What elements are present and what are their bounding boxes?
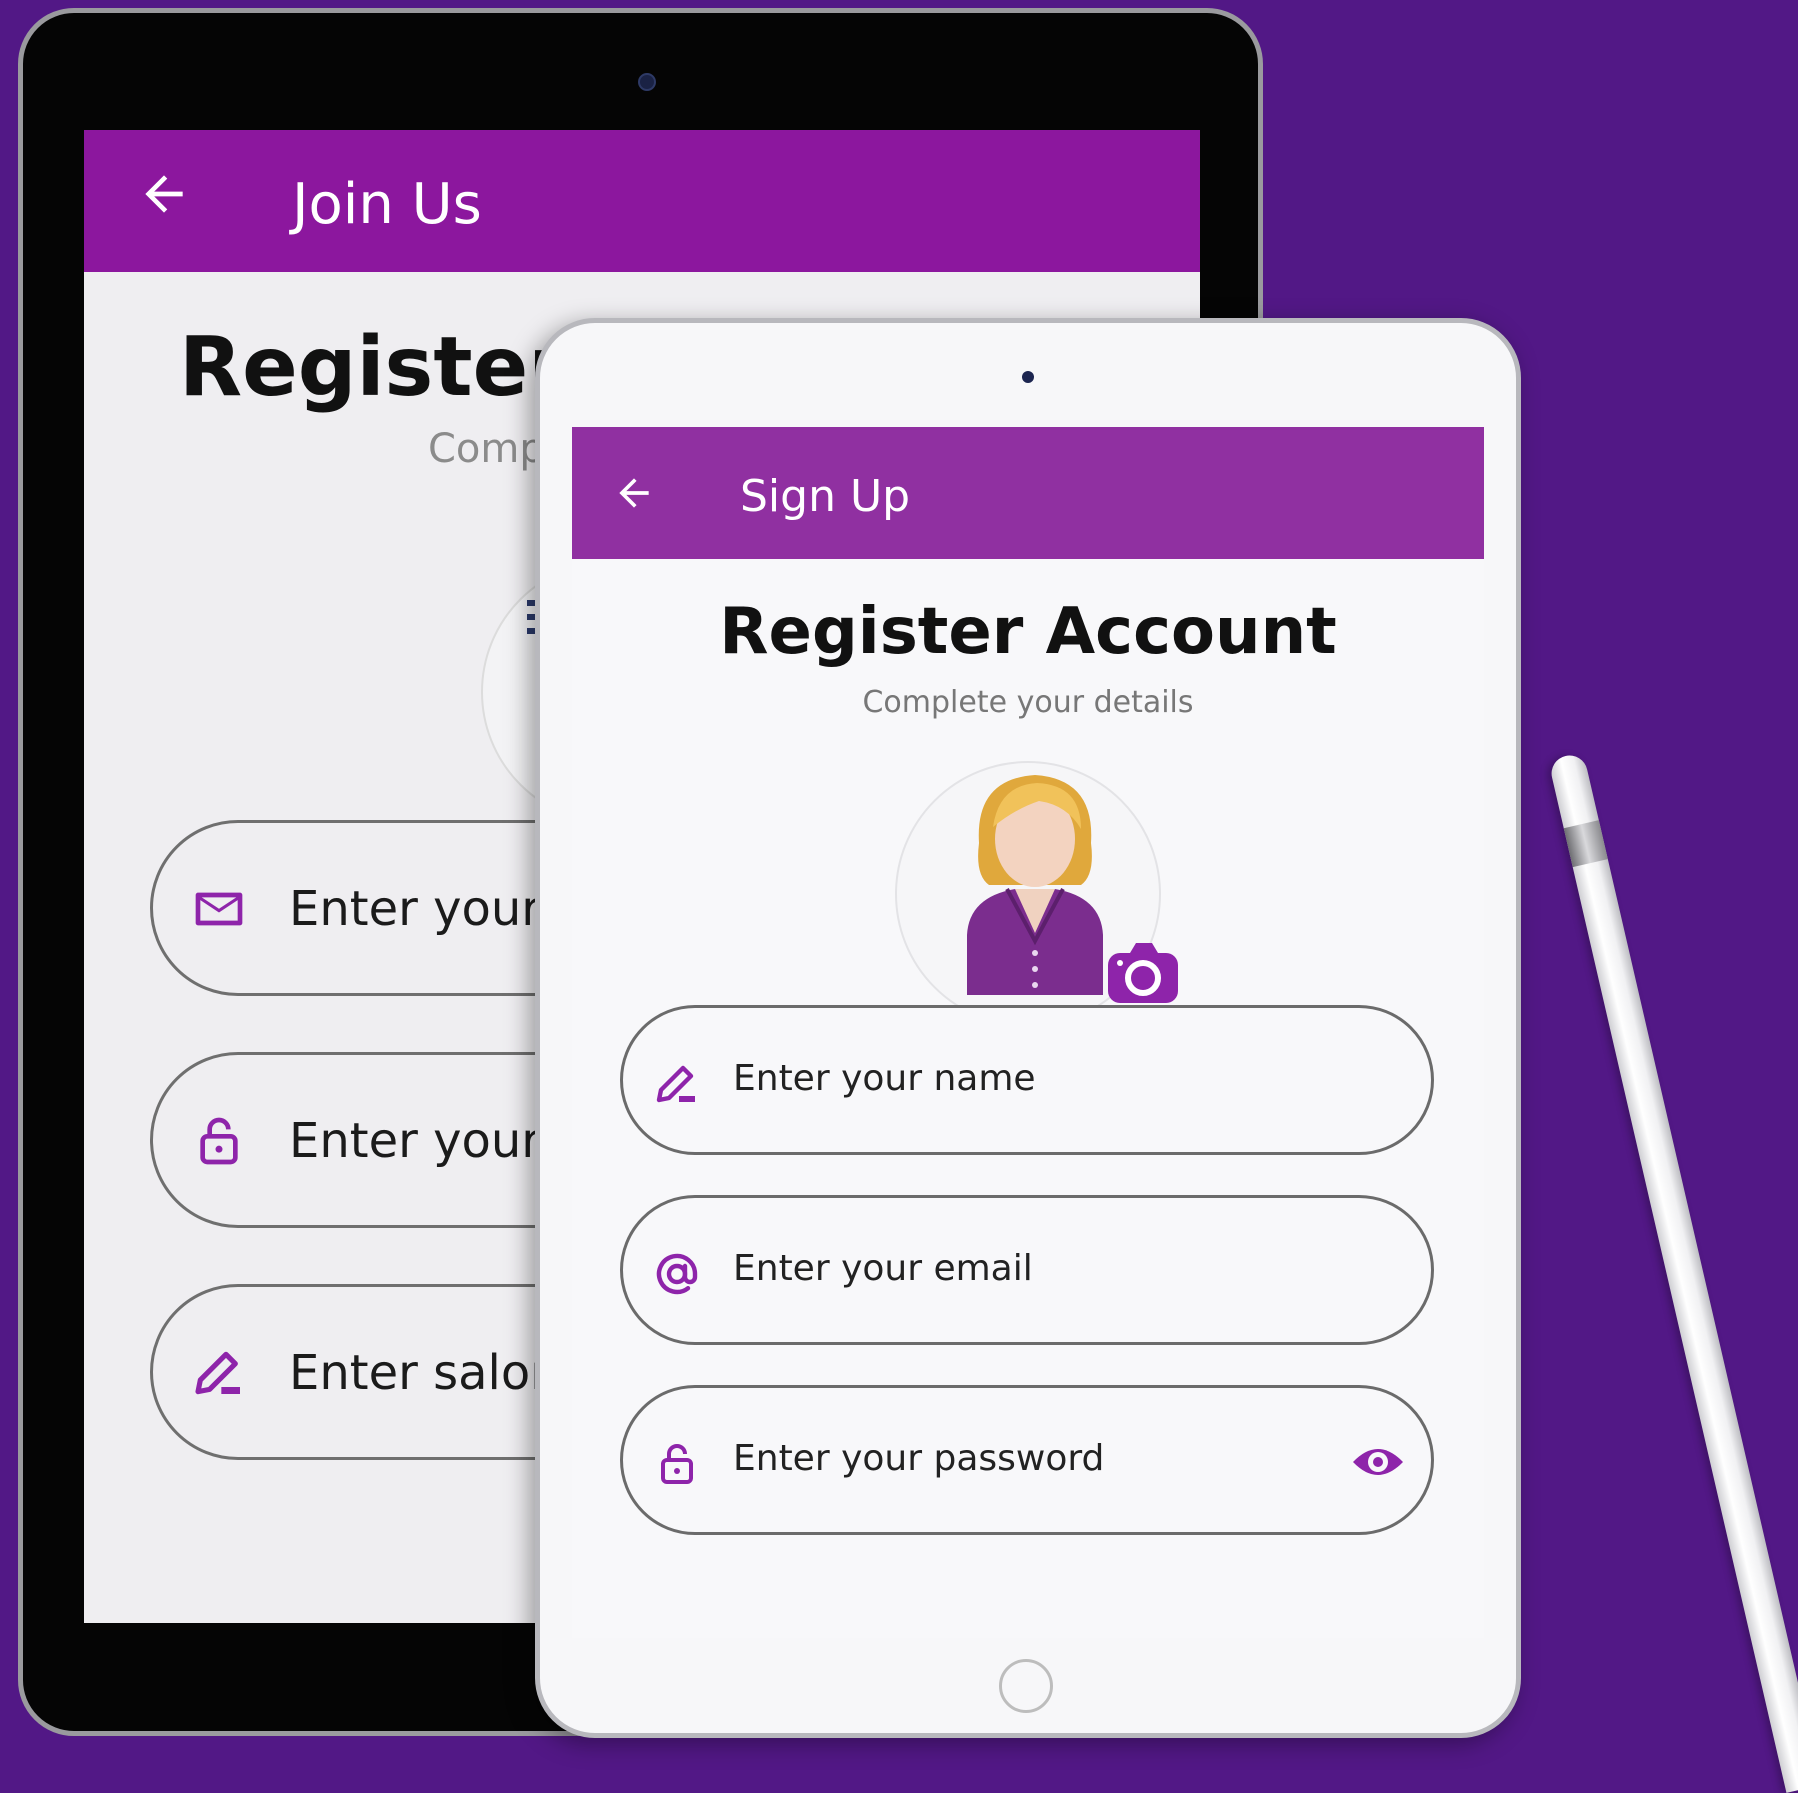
- front-app-bar: Sign Up: [572, 427, 1484, 559]
- mail-icon: [195, 892, 243, 926]
- password-placeholder: Enter your password: [733, 1438, 1105, 1479]
- back-arrow-icon[interactable]: [612, 471, 656, 515]
- camera-icon: [1022, 371, 1034, 383]
- camera-icon[interactable]: [1106, 941, 1180, 1005]
- email-field[interactable]: Enter your email: [620, 1195, 1434, 1345]
- edit-icon: [195, 1351, 240, 1395]
- stylus-pencil: [1548, 751, 1798, 1793]
- back-app-bar: Join Us: [84, 130, 1200, 272]
- lock-icon: [661, 1444, 693, 1484]
- register-subtitle: Comp: [428, 426, 545, 472]
- eye-icon[interactable]: [1351, 1440, 1405, 1484]
- register-heading: Register Account: [719, 595, 1337, 669]
- name-placeholder: Enter your name: [733, 1058, 1036, 1099]
- back-arrow-icon[interactable]: [136, 166, 192, 222]
- page-title: Join Us: [292, 172, 482, 237]
- front-screen: Sign Up Register Account Complete your d…: [572, 427, 1484, 1638]
- at-icon: [656, 1253, 698, 1295]
- password-field[interactable]: Enter your password: [620, 1385, 1434, 1535]
- home-button[interactable]: [999, 1659, 1053, 1713]
- salon-placeholder: Enter salon: [289, 1345, 561, 1401]
- camera-icon: [638, 73, 656, 91]
- edit-icon: [656, 1065, 695, 1103]
- front-tablet-frame: Sign Up Register Account Complete your d…: [535, 318, 1521, 1738]
- stylus-band: [1563, 820, 1608, 868]
- name-field[interactable]: Enter your name: [620, 1005, 1434, 1155]
- lock-icon: [200, 1117, 238, 1165]
- avatar: [967, 775, 1103, 995]
- email-placeholder: Enter your email: [733, 1248, 1033, 1289]
- register-subtitle: Complete your details: [862, 685, 1194, 720]
- page-title: Sign Up: [740, 471, 911, 522]
